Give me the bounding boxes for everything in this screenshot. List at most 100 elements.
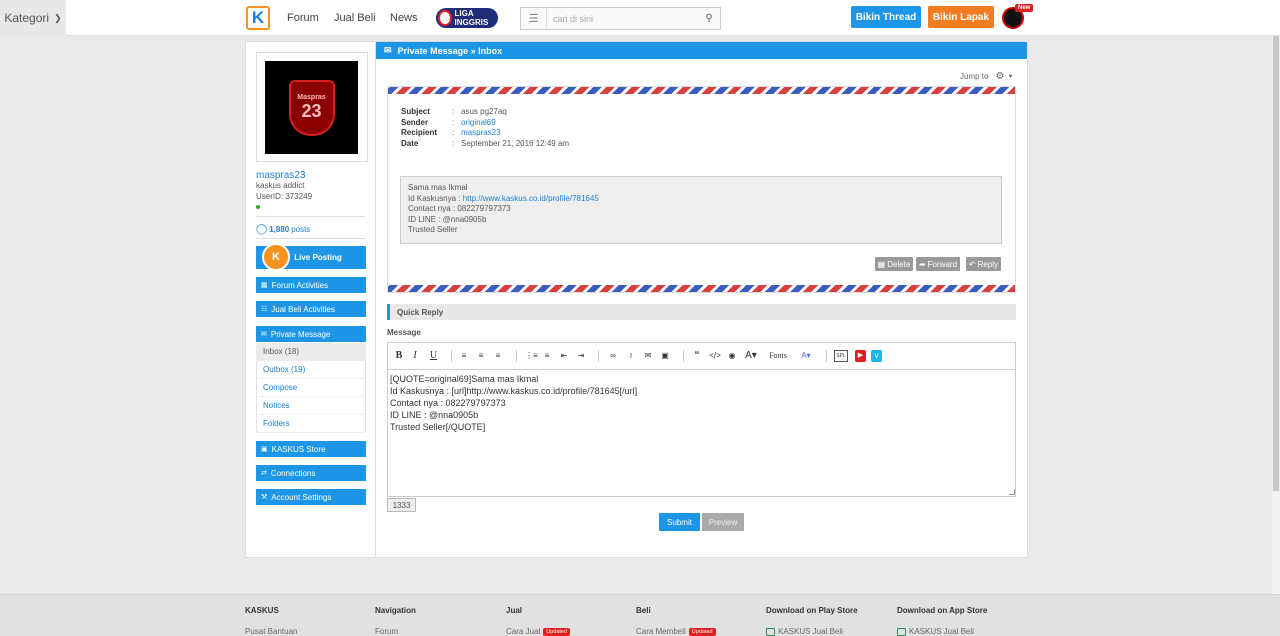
liga-inggris-badge[interactable]: LIGA INGGRIS	[436, 8, 498, 28]
account-settings-button[interactable]: ⚒ Account Settings	[256, 489, 366, 505]
jump-to-dropdown[interactable]: Jump to ⚙ ▼	[960, 71, 1013, 82]
preview-button[interactable]: Preview	[702, 513, 744, 531]
chevron-down-icon: ❯	[54, 12, 62, 23]
text-color-icon[interactable]: A▾	[797, 350, 815, 362]
user-rank: kaskus addict	[256, 181, 305, 190]
sender-link[interactable]: original69	[461, 118, 496, 127]
kaskus-logo[interactable]: K	[246, 6, 270, 30]
vimeo-icon[interactable]: v	[871, 350, 882, 362]
private-message-button[interactable]: ✉ Private Message	[256, 326, 366, 342]
fonts-dropdown[interactable]: Fonts	[767, 350, 789, 362]
trash-icon: ▦	[877, 259, 886, 269]
submit-button[interactable]: Submit	[659, 513, 700, 531]
kategori-label: Kategori	[4, 11, 50, 25]
align-center-icon[interactable]: ≡	[476, 350, 486, 362]
reply-textarea[interactable]: [QUOTE=original69]Sama mas Ikmal Id Kask…	[387, 370, 1016, 497]
submenu-inbox[interactable]: Inbox (18)	[256, 343, 366, 361]
bikin-thread-button[interactable]: Bikin Thread	[851, 6, 921, 28]
footer-heading: Jual	[506, 606, 523, 615]
comment-icon: ◯	[256, 224, 268, 235]
spoiler-icon[interactable]: ◉	[727, 350, 737, 362]
bikin-lapak-button[interactable]: Bikin Lapak	[928, 6, 994, 28]
store-icon: ▣	[261, 446, 268, 453]
resize-handle-icon[interactable]	[1009, 489, 1015, 495]
scrollbar-thumb[interactable]	[1273, 36, 1279, 491]
list-icon: ▦	[261, 282, 268, 289]
footer-link[interactable]: Pusat Bantuan	[245, 627, 297, 636]
date-value: September 21, 2016 12:49 am	[461, 139, 570, 148]
submenu-folders[interactable]: Folders	[256, 415, 366, 433]
divider	[256, 238, 365, 239]
image-icon[interactable]: ▣	[660, 350, 670, 362]
menu-icon[interactable]: ☰	[521, 8, 547, 29]
football-icon	[438, 10, 452, 26]
nav-jual-beli[interactable]: Jual Beli	[334, 12, 376, 24]
unlink-icon[interactable]: ≀	[626, 350, 636, 362]
search-input[interactable]: cari di sini	[547, 14, 698, 24]
underline-icon[interactable]: U	[429, 350, 438, 362]
cart-icon: ☷	[261, 306, 268, 313]
search-icon[interactable]: ⚲	[698, 13, 720, 24]
footer-heading: Download on Play Store	[766, 606, 858, 615]
footer-heading: Download on App Store	[897, 606, 988, 615]
footer-link[interactable]: KASKUS Jual Beli	[766, 627, 843, 636]
quote-icon[interactable]: “	[692, 350, 702, 362]
bold-icon[interactable]: B	[395, 350, 403, 362]
nav-news[interactable]: News	[390, 12, 418, 24]
message-icon: ✉	[384, 45, 392, 55]
youtube-icon[interactable]: ▶	[855, 350, 866, 362]
align-left-icon[interactable]: ≡	[459, 350, 469, 362]
wrench-icon: ⚒	[261, 494, 268, 501]
footer-heading: KASKUS	[245, 606, 279, 615]
forward-icon: ➦	[918, 259, 926, 269]
reply-button[interactable]: ↶ Reply	[966, 257, 1001, 271]
forward-button[interactable]: ➦ Forward	[916, 257, 960, 271]
submenu-outbox[interactable]: Outbox (19)	[256, 361, 366, 379]
date-label: Date	[401, 139, 419, 148]
font-size-icon[interactable]: A▾	[744, 350, 758, 362]
indent-icon[interactable]: ⇥	[576, 350, 586, 362]
subject-value: asus pg27aq	[461, 107, 507, 116]
page-title: Private Message » Inbox	[397, 45, 503, 56]
page-scrollbar[interactable]	[1272, 36, 1280, 636]
footer-heading: Beli	[636, 606, 651, 615]
numbered-list-icon[interactable]: ≡	[542, 350, 552, 362]
kaskus-store-button[interactable]: ▣ KASKUS Store	[256, 441, 366, 457]
link-icon[interactable]: ∞	[608, 350, 618, 362]
char-counter: 1333	[387, 498, 416, 512]
footer-link[interactable]: KASKUS Jual Beli	[897, 627, 974, 636]
transparent-icon[interactable]: SPL	[834, 350, 848, 362]
connections-button[interactable]: ⇄ Connections	[256, 465, 366, 481]
code-icon[interactable]: </>	[709, 350, 721, 362]
footer-heading: Navigation	[375, 606, 416, 615]
italic-icon[interactable]: I	[411, 350, 419, 362]
profile-avatar[interactable]: Maspras 23	[265, 61, 358, 154]
kategori-dropdown[interactable]: Kategori ❯	[0, 0, 66, 36]
footer-link[interactable]: Forum	[375, 627, 398, 636]
email-icon[interactable]: ✉	[643, 350, 653, 362]
submenu-compose[interactable]: Compose	[256, 379, 366, 397]
footer-link[interactable]: Cara Jual Updated	[506, 627, 571, 636]
quick-reply-header: Quick Reply	[387, 304, 1016, 320]
updated-badge: Updated	[688, 627, 716, 636]
airmail-border-bottom	[388, 285, 1015, 292]
jual-beli-activities-button[interactable]: ☷ Jual Beli Activities	[256, 301, 366, 317]
posts-count[interactable]: ◯ 1,880 posts	[256, 224, 310, 235]
forum-activities-button[interactable]: ▦ Forum Activities	[256, 277, 366, 293]
message-icon: ✉	[261, 331, 267, 338]
outdent-icon[interactable]: ⇤	[559, 350, 569, 362]
sidebar-divider	[375, 41, 376, 558]
recipient-link[interactable]: maspras23	[461, 128, 501, 137]
kaskus-live-icon: K	[262, 243, 290, 271]
align-right-icon[interactable]: ≡	[493, 350, 503, 362]
footer-link[interactable]: Cara Membeli Updated	[636, 627, 716, 636]
bullet-list-icon[interactable]: ⋮≡	[525, 350, 538, 362]
shield-logo-icon: Maspras 23	[288, 79, 335, 136]
submenu-notices[interactable]: Notices	[256, 397, 366, 415]
nav-forum[interactable]: Forum	[287, 12, 319, 24]
sidebar-username[interactable]: maspras23	[256, 170, 305, 181]
pm-header: ✉ Private Message » Inbox	[376, 42, 1027, 59]
profile-link[interactable]: http://www.kaskus.co.id/profile/781645	[463, 194, 599, 203]
delete-button[interactable]: ▦ Delete	[875, 257, 913, 271]
top-navbar: Kategori ❯ K Forum Jual Beli News LIGA I…	[0, 0, 1280, 36]
